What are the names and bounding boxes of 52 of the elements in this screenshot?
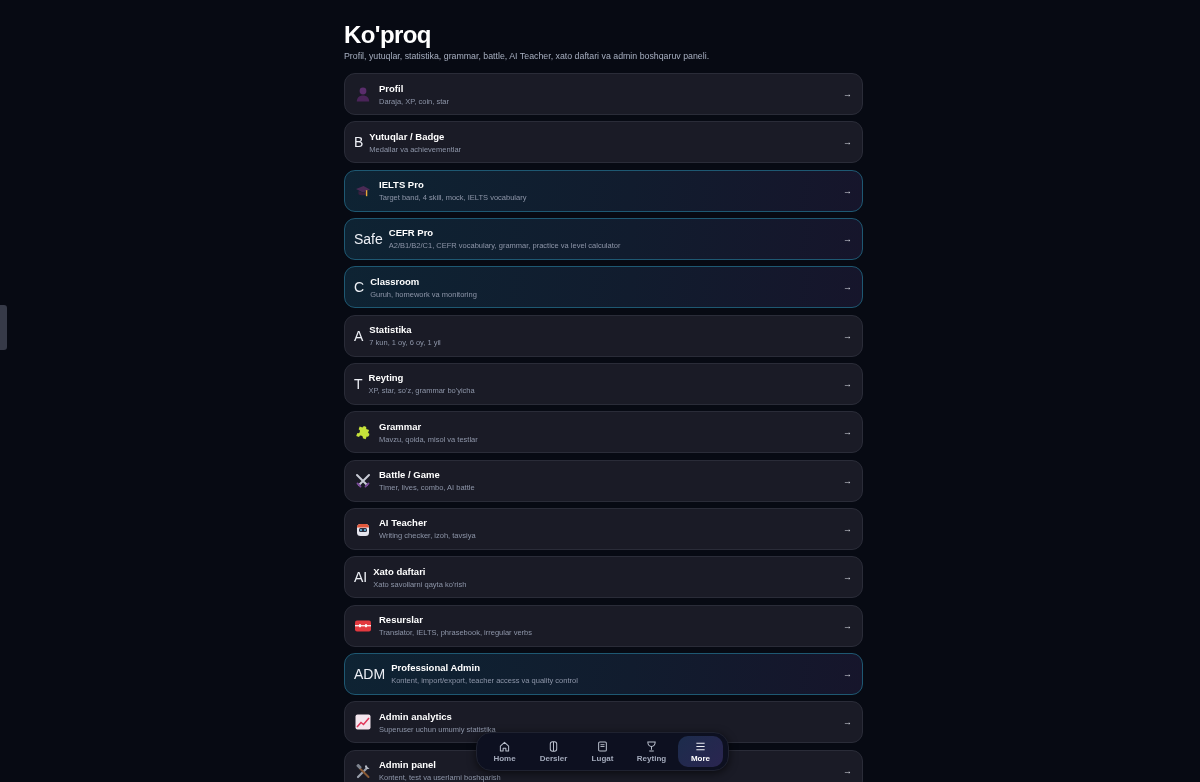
- card-glyph: Safe: [354, 231, 383, 247]
- arrow-icon: →: [843, 475, 852, 486]
- card-glyph: B: [354, 134, 364, 151]
- nav-tab[interactable]: More: [678, 736, 723, 767]
- line-chart-icon: [355, 714, 371, 731]
- arrow-icon: →: [843, 523, 852, 534]
- card-title: IELTS Pro: [379, 179, 424, 191]
- arrow-icon: →: [843, 89, 852, 99]
- card-title: Admin analytics: [379, 710, 452, 722]
- card-title: AI Teacher: [379, 517, 427, 529]
- crossed-swords-icon: [355, 472, 371, 489]
- card-glyph: T: [354, 375, 363, 392]
- card-title: Yutuqlar / Badge: [369, 130, 445, 142]
- card-title: Resurslar: [379, 614, 423, 626]
- arrow-icon: →: [843, 668, 852, 679]
- card-title: Xato daftari: [373, 565, 426, 577]
- card-title: Statistika: [369, 324, 412, 336]
- card-title: Profil: [379, 82, 404, 94]
- card-title: Professional Admin: [391, 662, 480, 674]
- card-title: Admin panel: [379, 759, 436, 771]
- puzzle-piece-icon: [355, 424, 371, 441]
- arrow-icon: →: [843, 427, 852, 438]
- notebook-icon: [597, 740, 608, 752]
- home-icon: [499, 740, 510, 752]
- book-icon: [548, 740, 559, 752]
- arrow-icon: →: [843, 717, 852, 728]
- card-glyph: ADM: [354, 665, 386, 682]
- page-title: Ko'proq: [344, 22, 431, 48]
- trophy-icon: [646, 740, 657, 752]
- tools-icon: [355, 762, 371, 779]
- person-icon: [355, 86, 371, 102]
- menu-icon: [695, 740, 706, 752]
- toolbox-icon: [355, 619, 371, 632]
- card-glyph: AI: [354, 569, 368, 586]
- card-title: CEFR Pro: [388, 227, 434, 239]
- card-title: Reyting: [368, 372, 404, 384]
- arrow-icon: →: [843, 282, 852, 293]
- arrow-icon: →: [843, 620, 852, 631]
- arrow-icon: →: [843, 572, 852, 583]
- card-title: Battle / Game: [379, 469, 440, 481]
- arrow-icon: →: [843, 378, 852, 389]
- card-glyph: A: [354, 327, 364, 344]
- arrow-icon: →: [843, 765, 852, 776]
- arrow-icon: →: [843, 185, 852, 196]
- side-drawer-handle[interactable]: [0, 305, 7, 350]
- arrow-icon: →: [843, 330, 852, 341]
- arrow-icon: →: [843, 137, 852, 148]
- card-title: Grammar: [379, 420, 422, 432]
- card-glyph: C: [354, 279, 365, 296]
- page-subtitle: Profil, yutuqlar, statistika, grammar, battle, AI Teacher, xato daftari va admin boshqaruv paneli.: [344, 50, 710, 62]
- arrow-icon: →: [843, 234, 852, 244]
- card-title: Classroom: [370, 275, 420, 287]
